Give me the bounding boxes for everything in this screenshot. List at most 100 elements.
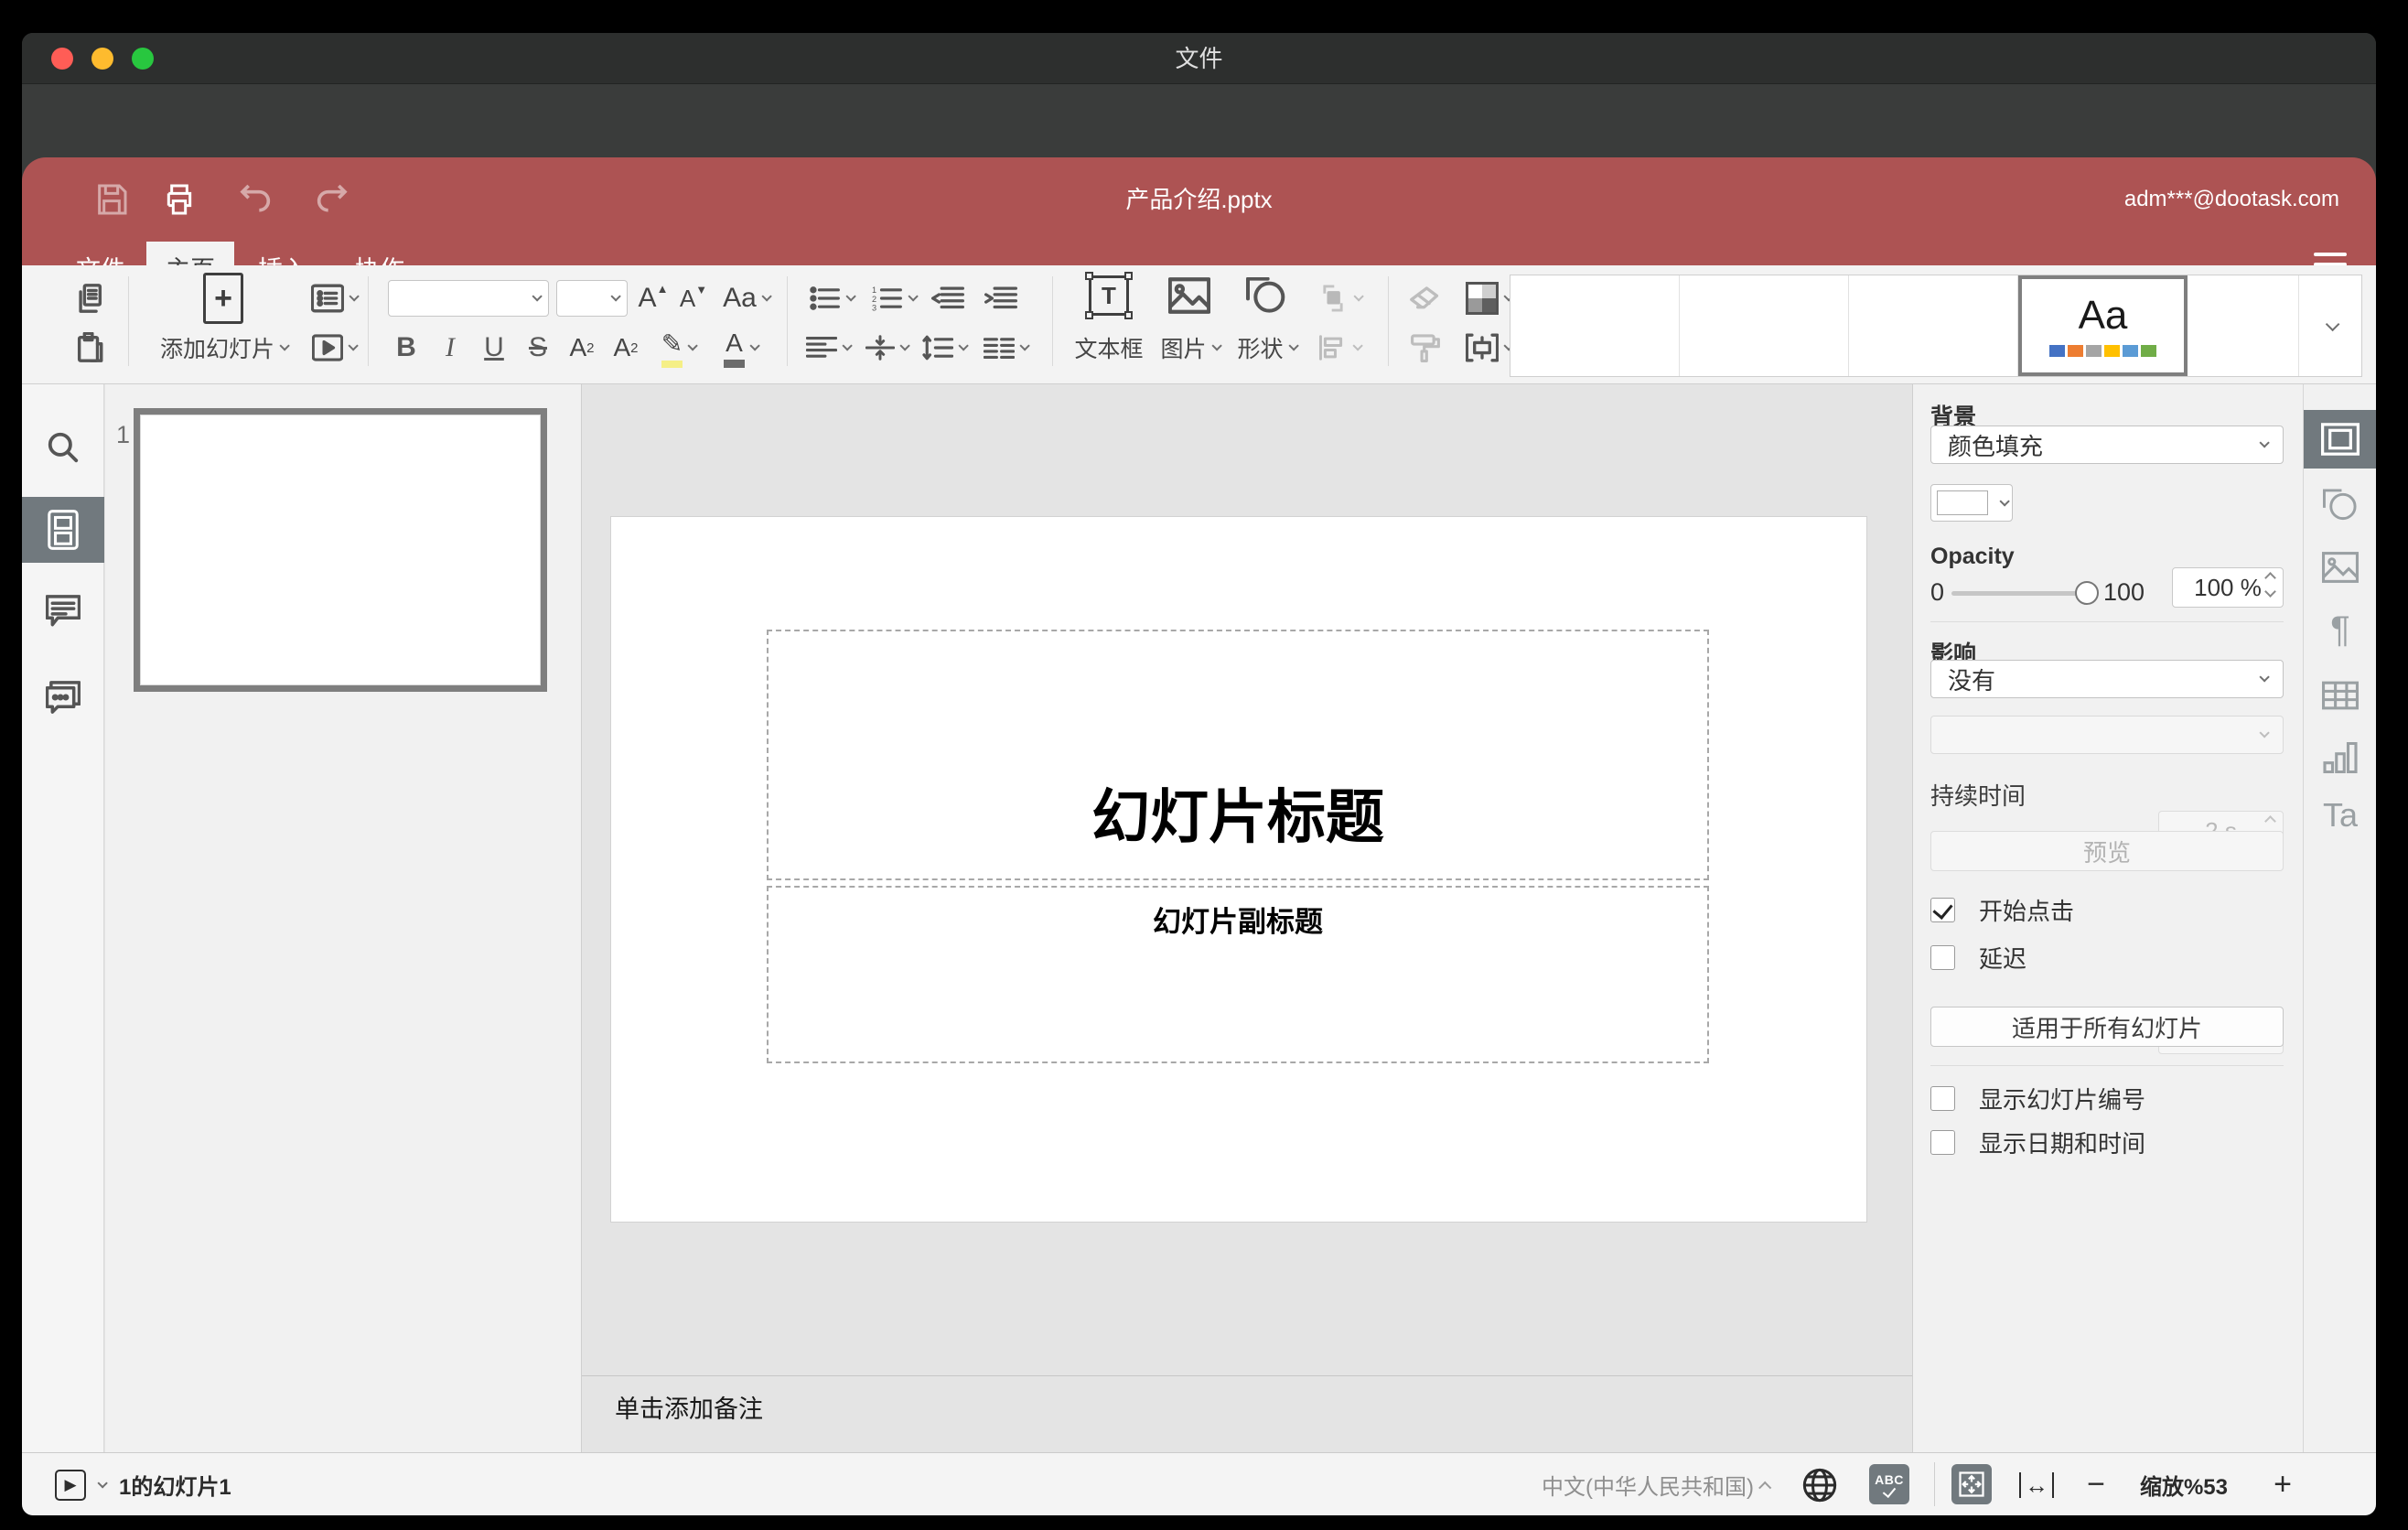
spin-carets-icon[interactable]	[2264, 572, 2276, 598]
increase-indent-button[interactable]	[977, 275, 1025, 322]
bullet-list-button[interactable]	[801, 275, 860, 322]
slide-settings-panel: 背景 颜色填充 Opacity 0 100 100 % 影响 没有 持续时间 预…	[1912, 384, 2303, 1452]
start-on-click-checkbox[interactable]	[1930, 898, 1955, 922]
font-size-select[interactable]	[556, 280, 628, 317]
show-date-time-row: 显示日期和时间	[1930, 1126, 2145, 1159]
superscript-button[interactable]: A2	[562, 324, 602, 372]
paragraph-settings-tab[interactable]: ¶	[2304, 600, 2376, 659]
comment-icon	[46, 595, 81, 627]
insert-textbox-button[interactable]: T	[1070, 271, 1147, 320]
opacity-slider-knob[interactable]	[2075, 581, 2099, 605]
effect-type-select[interactable]	[1930, 716, 2284, 754]
strikethrough-button[interactable]: S	[518, 324, 558, 372]
clear-style-button[interactable]	[1400, 275, 1451, 322]
notes-placeholder[interactable]: 单击添加备注	[615, 1389, 763, 1425]
horizontal-align-button[interactable]	[798, 324, 856, 372]
spellcheck-toggle[interactable]: ABC	[1869, 1464, 1909, 1504]
slide-thumbnail-selected[interactable]	[134, 408, 547, 692]
decrease-indent-button[interactable]	[924, 275, 972, 322]
search-icon	[48, 432, 79, 463]
columns-button[interactable]	[975, 324, 1034, 372]
theme-option-selected[interactable]: Aa	[2018, 275, 2188, 376]
highlight-color-button[interactable]: ✎	[650, 324, 706, 372]
slide-settings-tab[interactable]	[2304, 410, 2376, 469]
opacity-max-label: 100	[2103, 578, 2145, 606]
table-settings-tab[interactable]	[2304, 666, 2376, 725]
theme-option-2[interactable]	[1680, 275, 1849, 376]
shape-settings-tab[interactable]	[2304, 476, 2376, 534]
color-swatch	[1937, 490, 1988, 515]
chat-icon	[46, 681, 81, 714]
theme-option-1[interactable]	[1510, 275, 1680, 376]
fit-slide-button[interactable]	[1951, 1464, 1992, 1504]
search-button[interactable]	[22, 415, 104, 480]
opacity-slider-track[interactable]	[1951, 591, 2081, 596]
notes-divider[interactable]	[582, 1375, 1912, 1376]
comments-button[interactable]	[22, 578, 104, 644]
image-settings-tab[interactable]	[2304, 538, 2376, 597]
line-spacing-button[interactable]	[915, 324, 972, 372]
document-title: 产品介绍.pptx	[1125, 186, 1273, 213]
table-icon	[2322, 681, 2359, 710]
arrange-shape-button[interactable]	[1306, 275, 1371, 322]
font-name-select[interactable]	[388, 280, 549, 317]
slide-canvas[interactable]: 幻灯片标题 幻灯片副标题	[611, 517, 1866, 1222]
slides-thumbnail-panel: 1	[105, 384, 582, 1452]
background-color-swatch[interactable]	[1930, 484, 2013, 522]
apply-to-all-slides-button[interactable]: 适用于所有幻灯片	[1930, 1007, 2284, 1047]
preview-button[interactable]: 预览	[1930, 831, 2284, 871]
zoom-in-button[interactable]: +	[2274, 1453, 2292, 1515]
line-spacing-icon	[921, 335, 953, 361]
effect-select[interactable]: 没有	[1930, 660, 2284, 698]
show-slide-number-checkbox[interactable]	[1930, 1086, 1955, 1111]
insert-textbox-label[interactable]: 文本框	[1070, 324, 1147, 372]
paste-icon	[77, 332, 103, 362]
chat-button[interactable]	[22, 664, 104, 730]
theme-gallery-expand-button[interactable]	[2299, 275, 2361, 376]
highlighter-icon: ✎	[661, 329, 683, 368]
show-date-time-checkbox[interactable]	[1930, 1130, 1955, 1155]
bold-button[interactable]: B	[386, 324, 426, 372]
background-fill-select[interactable]: 颜色填充	[1930, 426, 2284, 464]
start-slideshow-button[interactable]	[296, 324, 370, 372]
fit-width-button[interactable]: ↔	[2019, 1453, 2054, 1515]
content-area: 1 幻灯片标题 幻灯片副标题 单击添加备注 背景 颜色填充 Opacity 0 …	[22, 384, 2376, 1452]
underline-button[interactable]: U	[474, 324, 514, 372]
theme-option-3[interactable]	[1849, 275, 2018, 376]
italic-button[interactable]: I	[430, 324, 470, 372]
insert-shape-button[interactable]	[1231, 271, 1301, 320]
decrease-font-button[interactable]: A ▼	[673, 275, 714, 322]
delay-checkbox[interactable]	[1930, 945, 1955, 970]
title-placeholder[interactable]: 幻灯片标题	[767, 630, 1709, 880]
slide-layout-button[interactable]	[296, 275, 370, 322]
zoom-level-label: 缩放%53	[2139, 1475, 2228, 1500]
plus-icon: +	[203, 273, 243, 324]
font-color-button[interactable]: A	[710, 324, 770, 372]
insert-image-button[interactable]	[1155, 271, 1224, 320]
theme-option-5[interactable]	[2188, 275, 2299, 376]
increase-font-button[interactable]: A ▲	[633, 275, 673, 322]
vertical-align-button[interactable]	[858, 324, 913, 372]
insert-shape-label[interactable]: 形状	[1231, 324, 1301, 372]
eraser-icon	[1410, 286, 1439, 309]
chart-settings-tab[interactable]	[2304, 728, 2376, 787]
slides-panel-button[interactable]	[22, 497, 104, 563]
textart-icon: Ta	[2322, 795, 2359, 834]
add-slide-button[interactable]: +	[168, 273, 278, 324]
add-slide-label-button[interactable]: 添加幻灯片	[132, 324, 315, 372]
align-shape-button[interactable]	[1306, 324, 1371, 372]
language-selector[interactable]: 中文(中华人民共和国)	[1542, 1453, 1772, 1515]
copy-button[interactable]	[62, 275, 117, 322]
start-slideshow-status-button[interactable]: ▶	[55, 1453, 108, 1515]
insert-image-label[interactable]: 图片	[1155, 324, 1224, 372]
set-language-button[interactable]	[1801, 1453, 1838, 1515]
opacity-spinbox[interactable]: 100 %	[2172, 567, 2284, 608]
paste-button[interactable]	[62, 324, 117, 372]
change-case-button[interactable]: Aa	[714, 275, 778, 322]
subscript-button[interactable]: A2	[606, 324, 646, 372]
zoom-out-button[interactable]: −	[2087, 1453, 2105, 1515]
textart-settings-tab[interactable]: Ta	[2304, 787, 2376, 846]
copy-style-button[interactable]	[1400, 324, 1451, 372]
subtitle-placeholder[interactable]: 幻灯片副标题	[767, 886, 1709, 1063]
numbered-list-button[interactable]: 123	[864, 275, 922, 322]
